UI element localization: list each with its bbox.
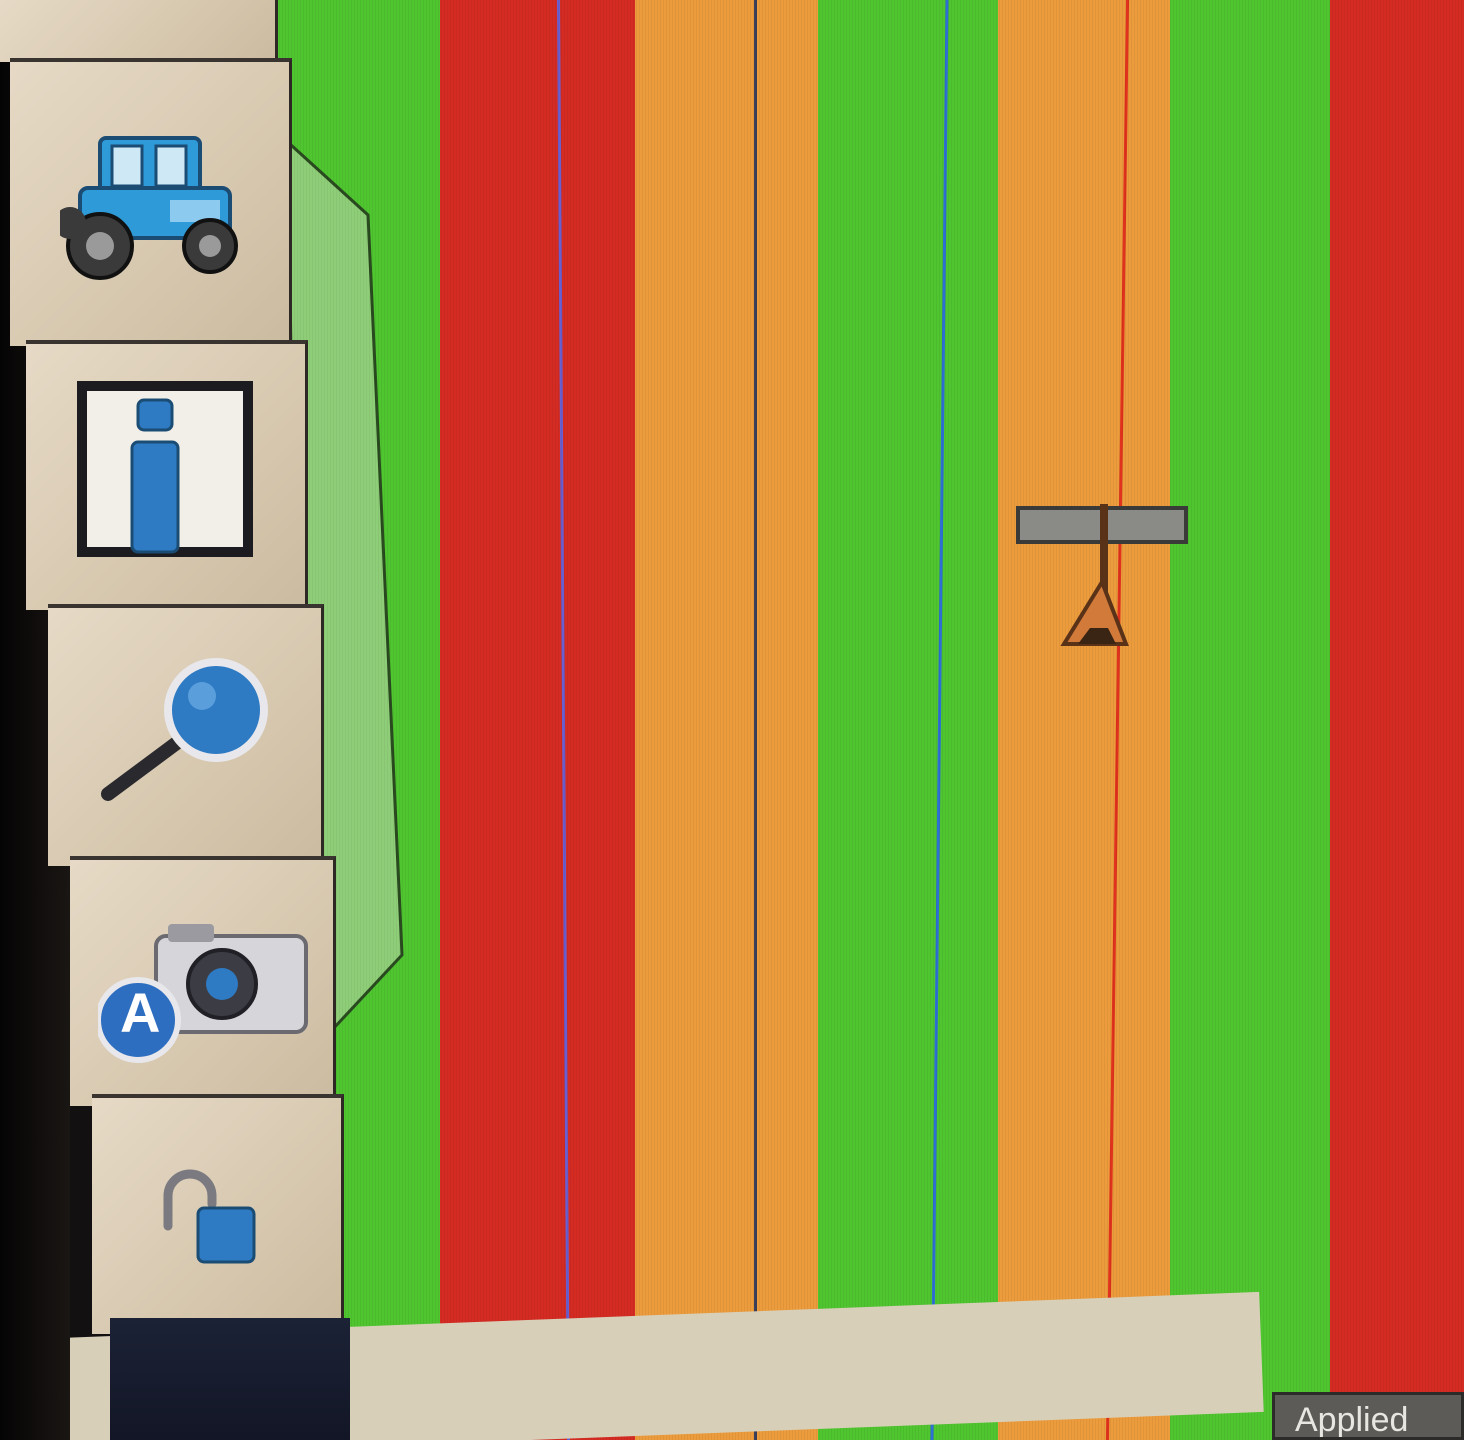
toolbar-bottom-panel — [110, 1318, 350, 1440]
guidance-line — [754, 0, 757, 1440]
camera-badge-letter: A — [120, 981, 161, 1044]
info-button[interactable] — [26, 340, 308, 610]
applied-legend-button[interactable]: Applied — [1272, 1392, 1464, 1440]
tractor-position-marker — [1016, 504, 1188, 646]
unlock-button[interactable] — [92, 1094, 344, 1334]
headland-boundary — [276, 133, 404, 1032]
vehicle-button[interactable] — [10, 58, 292, 346]
zoom-button[interactable] — [48, 604, 324, 866]
side-toolbar: A — [0, 0, 360, 1440]
coverage-map[interactable] — [270, 0, 1464, 1440]
unlock-icon — [163, 1169, 256, 1264]
guidance-display: Applied A — [0, 0, 1464, 1440]
tractor-icon — [60, 136, 238, 280]
auto-camera-button[interactable]: A — [70, 856, 336, 1106]
toolbar-top-button[interactable] — [0, 0, 278, 62]
info-icon — [77, 381, 253, 557]
magnifier-icon — [101, 658, 268, 801]
